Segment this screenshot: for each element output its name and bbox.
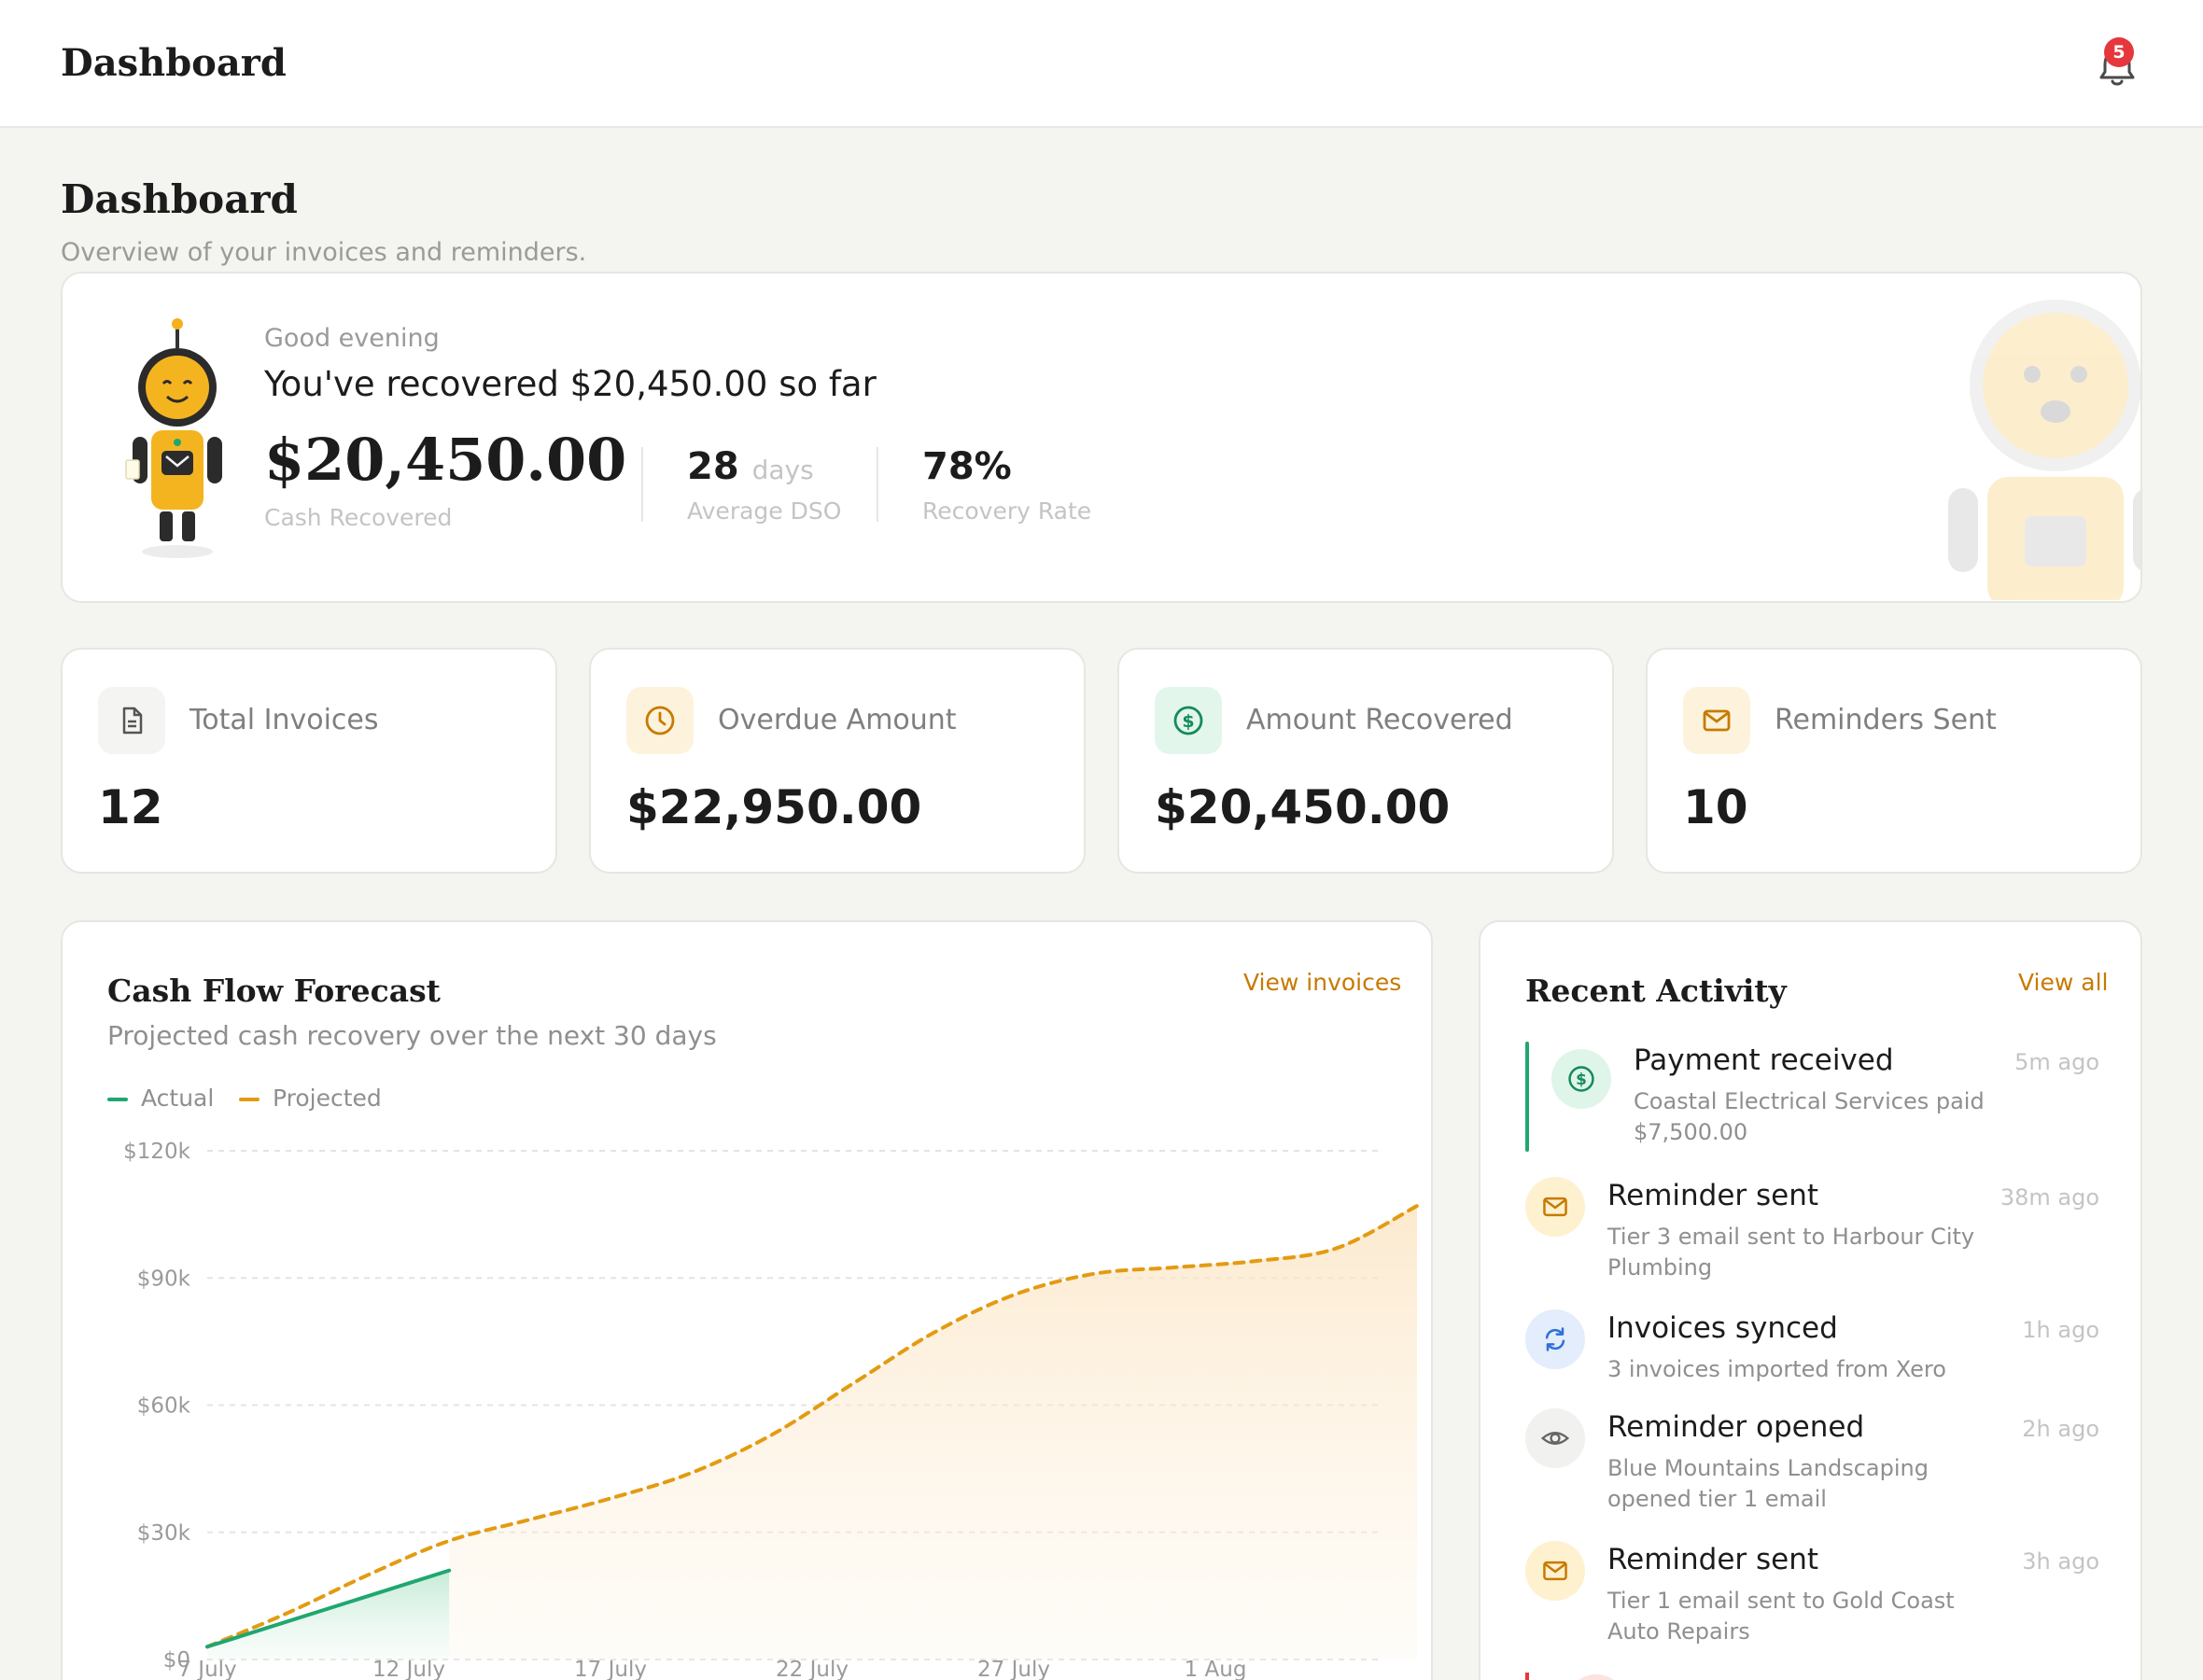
activity-name: Reminder opened <box>1607 1410 1865 1444</box>
document-icon <box>98 687 165 754</box>
activity-item[interactable]: Reminder sent Tier 1 email sent to Gold … <box>1525 1541 2099 1645</box>
greeting-text: Good evening <box>264 324 440 353</box>
activity-name: Reminder sent <box>1607 1543 1819 1576</box>
x-tick-label: 22 July <box>776 1658 849 1680</box>
x-tick-label: 27 July <box>977 1658 1050 1680</box>
activity-description: Tier 3 email sent to Harbour City Plumbi… <box>1607 1224 1975 1281</box>
activity-item[interactable]: $ Payment received Coastal Electrical Se… <box>1525 1042 2099 1152</box>
x-tick-label: 7 July <box>177 1658 236 1680</box>
kpi-value: 10 <box>1683 780 1748 834</box>
y-tick-label: $120k <box>123 1140 191 1164</box>
view-all-link[interactable]: View all <box>2018 969 2108 996</box>
y-tick-label: $60k <box>137 1394 191 1419</box>
projected-area <box>449 1206 1418 1659</box>
mail-icon <box>1525 1177 1585 1237</box>
dollar-icon: $ <box>1551 1049 1611 1109</box>
y-tick-label: $30k <box>137 1521 191 1546</box>
recent-activity-card: Recent Activity View all $ Payment recei… <box>1479 920 2142 1680</box>
mail-icon <box>1525 1541 1585 1601</box>
clock-icon <box>626 687 694 754</box>
activity-item[interactable] <box>1525 1669 2099 1680</box>
kpi-label: Amount Recovered <box>1246 704 1513 736</box>
cash-flow-forecast-card: Cash Flow Forecast Projected cash recove… <box>61 920 1433 1680</box>
page-subtitle: Overview of your invoices and reminders. <box>61 238 587 267</box>
recovery-hero-card: Good evening You've recovered $20,450.00… <box>61 272 2142 603</box>
x-tick-label: 17 July <box>574 1658 647 1680</box>
cash-recovered-amount: $20,450.00 <box>264 426 627 494</box>
dso-value: 28 <box>687 445 739 488</box>
recovery-rate-value: 78% <box>922 445 1012 488</box>
activity-name: Reminder sent <box>1607 1179 1819 1212</box>
robot-mascot-icon <box>125 318 222 558</box>
svg-text:$: $ <box>1182 711 1194 732</box>
mail-icon <box>1683 687 1750 754</box>
stat-divider <box>641 447 643 522</box>
notification-badge: 5 <box>2104 37 2134 67</box>
app-title: Dashboard <box>61 41 287 85</box>
kpi-value: 12 <box>98 780 163 834</box>
activity-highlight-bar <box>1525 1042 1529 1152</box>
activity-time: 5m ago <box>2014 1049 2099 1075</box>
activity-time: 2h ago <box>2022 1416 2099 1442</box>
alert-icon <box>1566 1674 1626 1680</box>
kpi-value: $22,950.00 <box>626 780 922 834</box>
kpi-card-reminders-sent[interactable]: Reminders Sent 10 <box>1646 648 2142 874</box>
top-bar: Dashboard 5 <box>0 0 2203 128</box>
activity-item[interactable]: Reminder opened Blue Mountains Landscapi… <box>1525 1408 2099 1512</box>
kpi-label: Overdue Amount <box>718 704 957 736</box>
dso-stat: 28 days <box>687 445 814 488</box>
svg-text:$: $ <box>1576 1070 1587 1088</box>
robot-watermark-icon <box>1948 300 2140 600</box>
activity-title: Recent Activity <box>1525 973 1787 1009</box>
sync-icon <box>1525 1309 1585 1369</box>
kpi-label: Reminders Sent <box>1775 704 1997 736</box>
activity-name: Invoices synced <box>1607 1311 1838 1345</box>
y-tick-label: $90k <box>137 1267 191 1291</box>
x-tick-label: 12 July <box>372 1658 445 1680</box>
kpi-card-total-invoices[interactable]: Total Invoices 12 <box>61 648 557 874</box>
activity-name: Payment received <box>1634 1043 1894 1077</box>
activity-highlight-bar <box>1525 1673 1529 1680</box>
recovered-headline: You've recovered $20,450.00 so far <box>264 364 877 404</box>
kpi-label: Total Invoices <box>189 704 379 736</box>
kpi-card-overdue-amount[interactable]: Overdue Amount $22,950.00 <box>589 648 1086 874</box>
dollar-icon: $ <box>1155 687 1222 754</box>
stat-divider <box>877 447 878 522</box>
page-title: Dashboard <box>61 176 298 222</box>
activity-description: Tier 1 email sent to Gold Coast Auto Rep… <box>1607 1588 1955 1645</box>
kpi-value: $20,450.00 <box>1155 780 1451 834</box>
activity-time: 3h ago <box>2022 1548 2099 1575</box>
activity-time: 1h ago <box>2022 1317 2099 1343</box>
eye-icon <box>1525 1408 1585 1468</box>
activity-item[interactable]: Reminder sent Tier 3 email sent to Harbo… <box>1525 1177 2099 1281</box>
activity-description: 3 invoices imported from Xero <box>1607 1356 1946 1382</box>
cash-flow-chart: $0$30k$60k$90k$120k7 July 12 July 17 July 2… <box>123 1140 1419 1680</box>
recovery-rate-label: Recovery Rate <box>922 497 1092 525</box>
kpi-card-amount-recovered[interactable]: $ Amount Recovered $20,450.00 <box>1117 648 1614 874</box>
activity-time: 38m ago <box>2000 1184 2099 1211</box>
activity-description: Coastal Electrical Services paid $7,500.… <box>1634 1088 1985 1145</box>
x-tick-label: 1 Aug <box>1185 1658 1247 1680</box>
activity-description: Blue Mountains Landscaping opened tier 1… <box>1607 1455 1929 1512</box>
activity-item[interactable]: Invoices synced 3 invoices imported from… <box>1525 1309 2099 1384</box>
dso-label: Average DSO <box>687 497 842 525</box>
cash-recovered-label: Cash Recovered <box>264 504 453 531</box>
dso-unit: days <box>751 455 814 485</box>
